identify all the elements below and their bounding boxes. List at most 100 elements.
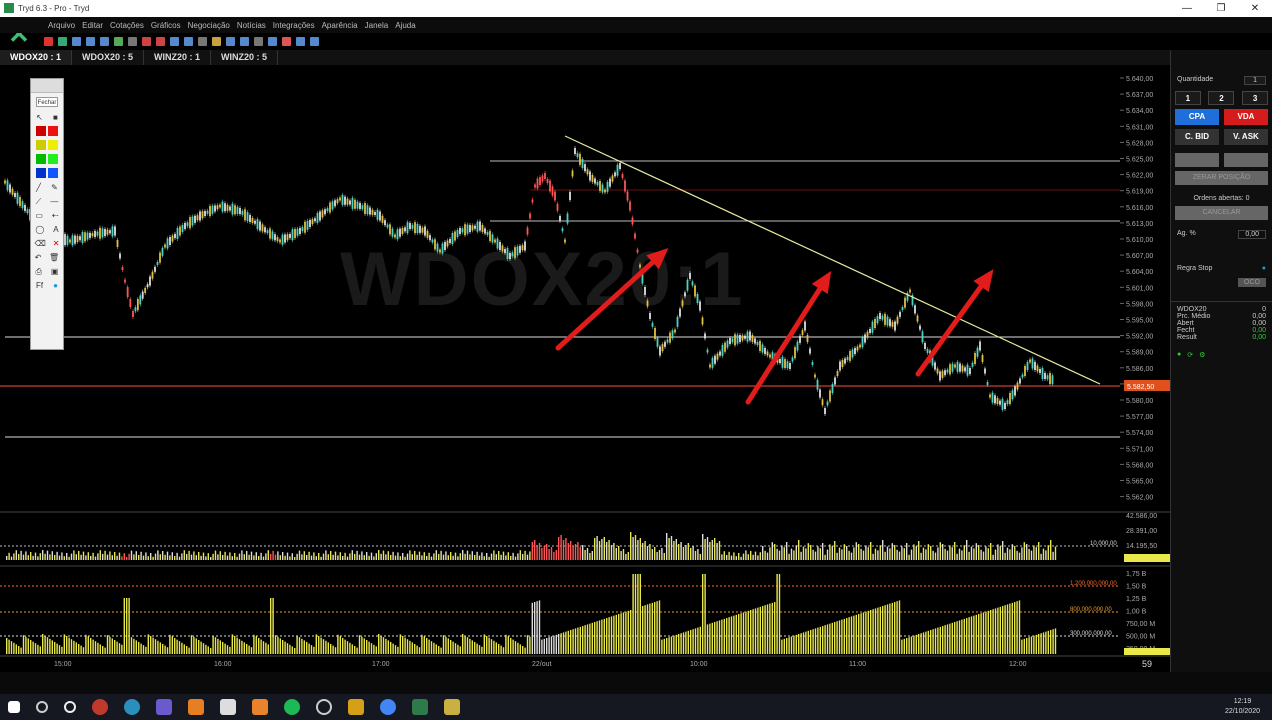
qty-preset-1[interactable]: 1 <box>1174 91 1201 105</box>
tryd-taskbar-icon[interactable] <box>412 699 428 715</box>
menu-ajuda[interactable]: Ajuda <box>395 21 415 30</box>
hline-icon[interactable]: — <box>50 195 58 209</box>
stop-icon[interactable] <box>44 36 53 46</box>
arrow-tool-icon[interactable]: ⇠ <box>52 209 59 223</box>
monitor-icon[interactable] <box>268 36 277 46</box>
close-button[interactable]: ✕ <box>1238 0 1272 17</box>
settings-icon[interactable] <box>198 36 207 46</box>
ellipse-icon[interactable]: ◯ <box>35 223 44 237</box>
print-icon[interactable]: ⎙ <box>36 265 42 279</box>
start-icon[interactable] <box>8 701 20 713</box>
globe-icon[interactable]: ● <box>53 279 58 293</box>
qty-preset-3[interactable]: 3 <box>1242 91 1269 105</box>
drawing-close-button[interactable]: Fechar <box>36 97 58 107</box>
tab-wdox20-1[interactable]: WDOX20 : 1 <box>0 50 73 65</box>
menu-integracoes[interactable]: Integrações <box>273 21 315 30</box>
delete-icon[interactable]: ✕ <box>53 237 60 251</box>
menu-negociacao[interactable]: Negociação <box>188 21 230 30</box>
color-blue-swatch[interactable] <box>36 168 46 178</box>
buy-bid-button[interactable]: C. BID <box>1175 129 1219 145</box>
oco-button[interactable]: OCO <box>1238 278 1266 287</box>
qty-preset-2[interactable]: 2 <box>1208 91 1235 105</box>
menu-graficos[interactable]: Gráficos <box>151 21 181 30</box>
app-fox-icon[interactable] <box>188 699 204 715</box>
camera-icon[interactable] <box>296 36 305 46</box>
eraser-icon[interactable]: ⌫ <box>34 237 45 251</box>
chrome-icon[interactable] <box>380 699 396 715</box>
pencil-icon[interactable]: ✎ <box>51 181 58 195</box>
sell-ask-button[interactable]: V. ASK <box>1224 129 1268 145</box>
menu-noticias[interactable]: Notícias <box>237 21 266 30</box>
tab-wdox20-5[interactable]: WDOX20 : 5 <box>72 50 145 65</box>
app-teal-icon[interactable] <box>124 699 140 715</box>
disabled-left-button[interactable] <box>1175 153 1219 167</box>
rectangle-icon[interactable]: ▭ <box>35 209 43 223</box>
quantity-value[interactable]: 1 <box>1244 76 1266 85</box>
save-drawing-icon[interactable]: ▣ <box>51 265 59 279</box>
save-icon[interactable] <box>240 36 249 46</box>
tools-icon[interactable] <box>128 36 137 46</box>
app-gallery-icon[interactable] <box>220 699 236 715</box>
book-icon[interactable] <box>72 36 81 46</box>
pointer-icon[interactable]: ↖ <box>36 111 43 125</box>
text-tool-icon[interactable]: A <box>53 223 58 237</box>
system-clock[interactable]: 12:19 22/10/2020 <box>1225 697 1260 717</box>
vlc-icon[interactable] <box>252 699 268 715</box>
undo-icon[interactable]: ↶ <box>35 251 42 265</box>
color-red2-swatch[interactable] <box>48 126 58 136</box>
menu-editar[interactable]: Editar <box>82 21 103 30</box>
tab-winz20-1[interactable]: WINZ20 : 1 <box>144 50 212 65</box>
maximize-button[interactable]: ❐ <box>1204 0 1238 17</box>
financial-volume-bar <box>152 637 154 654</box>
app-yellow-icon[interactable] <box>444 699 460 715</box>
config-icon[interactable]: ⚙ <box>1199 351 1205 359</box>
stop-rule-icon[interactable]: ● <box>1262 265 1266 272</box>
tab-winz20-5[interactable]: WINZ20 : 5 <box>211 50 279 65</box>
cortana-icon[interactable] <box>64 701 76 713</box>
zero-position-button[interactable]: ZERAR POSIÇÃO <box>1175 171 1268 185</box>
search-icon[interactable] <box>36 701 48 713</box>
color-green2-swatch[interactable] <box>48 154 58 164</box>
color-green-swatch[interactable] <box>36 154 46 164</box>
refresh-icon[interactable]: ⟳ <box>1187 351 1193 359</box>
color-yellow-swatch[interactable] <box>36 140 46 150</box>
menu-janela[interactable]: Janela <box>365 21 389 30</box>
cancel-orders-button[interactable]: CANCELAR <box>1175 206 1268 220</box>
file-explorer-icon[interactable] <box>348 699 364 715</box>
menu-cotacoes[interactable]: Cotações <box>110 21 144 30</box>
menu-arquivo[interactable]: Arquivo <box>48 21 75 30</box>
line-tool-icon[interactable]: ╱ <box>36 181 41 195</box>
buy-button[interactable]: CPA <box>1175 109 1219 125</box>
upload-icon[interactable] <box>226 36 235 46</box>
spotify-icon[interactable] <box>284 699 300 715</box>
price-offset-input[interactable]: 0,00 <box>1238 230 1266 239</box>
trendline-icon[interactable]: ⟋ <box>36 195 42 209</box>
color-yellow2-swatch[interactable] <box>48 140 58 150</box>
trash-icon[interactable]: 🗑 <box>49 251 59 265</box>
layout-icon[interactable] <box>184 36 193 46</box>
news-icon[interactable] <box>156 36 165 46</box>
quote-icon[interactable] <box>58 36 67 46</box>
folder-icon[interactable] <box>212 36 221 46</box>
color-red-swatch[interactable] <box>36 126 46 136</box>
order-icon[interactable] <box>114 36 123 46</box>
help-icon[interactable] <box>310 36 319 46</box>
keyboard-icon[interactable] <box>254 36 263 46</box>
grid-icon[interactable] <box>170 36 179 46</box>
app-purple-icon[interactable] <box>156 699 172 715</box>
minimize-button[interactable]: — <box>1170 0 1204 17</box>
price-chart[interactable]: 5.640,00 5.637,00 5.634,00 5.631,00 5.628,00… <box>0 66 1170 672</box>
fibonacci-icon[interactable]: Ff <box>36 279 43 293</box>
record-icon[interactable] <box>282 36 291 46</box>
color-black-icon[interactable]: ■ <box>53 111 58 125</box>
color-blue2-swatch[interactable] <box>48 168 58 178</box>
times-icon[interactable] <box>86 36 95 46</box>
financial-volume-bar <box>375 646 377 654</box>
settings-icon[interactable] <box>316 699 332 715</box>
app-red-icon[interactable] <box>92 699 108 715</box>
alert-icon[interactable] <box>142 36 151 46</box>
sell-button[interactable]: VDA <box>1224 109 1268 125</box>
chart-icon[interactable] <box>100 36 109 46</box>
menu-aparencia[interactable]: Aparência <box>322 21 358 30</box>
disabled-right-button[interactable] <box>1224 153 1268 167</box>
